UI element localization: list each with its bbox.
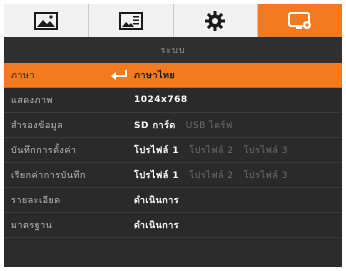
- picture-icon: [33, 11, 58, 30]
- row-option[interactable]: โปรไฟล์ 2: [189, 168, 233, 182]
- image-settings-icon: [118, 11, 143, 30]
- row-option[interactable]: โปรไฟล์ 3: [244, 143, 288, 157]
- row-value[interactable]: ดำเนินการ: [134, 218, 179, 232]
- row-label: มาตรฐาน: [11, 221, 53, 231]
- osd-menu: ระบบ ภาษา ภาษาไทย แสดงภาพ 1024x768 สำรอง…: [4, 4, 342, 267]
- menu-row-details[interactable]: รายละเอียด ดำเนินการ: [4, 188, 342, 213]
- menu-row-recall-settings[interactable]: เรียกค่าการบันทึก โปรไฟล์ 1 โปรไฟล์ 2 โป…: [4, 163, 342, 188]
- row-option[interactable]: โปรไฟล์ 2: [189, 143, 233, 157]
- enter-arrow-icon: [111, 70, 127, 80]
- row-value[interactable]: ภาษาไทย: [134, 68, 175, 82]
- row-label: แสดงภาพ: [11, 96, 53, 106]
- row-value[interactable]: โปรไฟล์ 1: [134, 143, 179, 157]
- menu-row-language[interactable]: ภาษา ภาษาไทย: [4, 63, 342, 88]
- row-label: รายละเอียด: [11, 196, 61, 206]
- tab-setup[interactable]: [174, 4, 259, 37]
- tab-image-settings[interactable]: [89, 4, 174, 37]
- row-option[interactable]: โปรไฟล์ 3: [244, 168, 288, 182]
- tab-bar: [4, 4, 342, 37]
- row-value[interactable]: 1024x768: [134, 95, 188, 105]
- menu-row-display[interactable]: แสดงภาพ 1024x768: [4, 88, 342, 113]
- row-option[interactable]: USB ไดร์ฟ: [186, 118, 233, 132]
- menu-list: ภาษา ภาษาไทย แสดงภาพ 1024x768 สำรองข้อมู…: [4, 63, 342, 238]
- row-value[interactable]: ดำเนินการ: [134, 193, 179, 207]
- row-value[interactable]: SD การ์ด: [134, 118, 176, 132]
- display-settings-icon: [288, 11, 312, 29]
- tab-system[interactable]: [258, 4, 342, 37]
- row-label: บันทึกการตั้งค่า: [11, 146, 77, 156]
- menu-row-backup[interactable]: สำรองข้อมูล SD การ์ด USB ไดร์ฟ: [4, 113, 342, 138]
- menu-title: ระบบ: [4, 37, 342, 63]
- tab-picture[interactable]: [4, 4, 89, 37]
- gear-icon: [205, 10, 226, 31]
- menu-row-default[interactable]: มาตรฐาน ดำเนินการ: [4, 213, 342, 238]
- row-value[interactable]: โปรไฟล์ 1: [134, 168, 179, 182]
- row-label: เรียกค่าการบันทึก: [11, 171, 86, 181]
- row-label: ภาษา: [11, 71, 35, 81]
- row-label: สำรองข้อมูล: [11, 121, 64, 131]
- menu-row-save-settings[interactable]: บันทึกการตั้งค่า โปรไฟล์ 1 โปรไฟล์ 2 โปร…: [4, 138, 342, 163]
